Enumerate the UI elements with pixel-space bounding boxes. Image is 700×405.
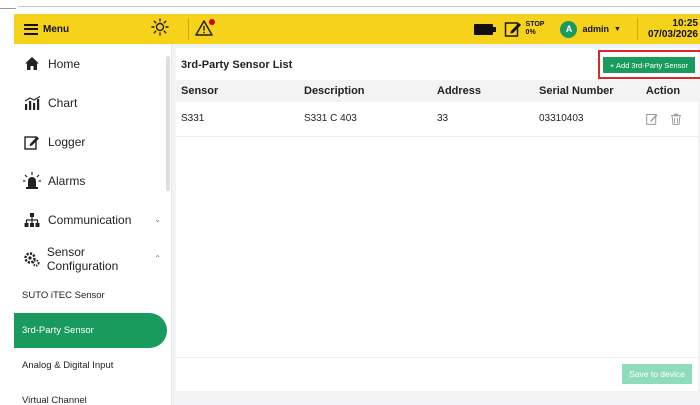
divider bbox=[188, 18, 189, 40]
sidebar-scrollbar[interactable] bbox=[166, 56, 170, 191]
warning-icon[interactable] bbox=[195, 19, 215, 39]
table-header-row: Sensor Description Address Serial Number… bbox=[176, 80, 698, 102]
save-to-device-button[interactable]: Save to device bbox=[622, 364, 692, 384]
sidebar-item-communication[interactable]: Communication ⌄ bbox=[14, 200, 171, 239]
sidebar-item-sensor-configuration[interactable]: Sensor Configuration ⌃ bbox=[14, 239, 171, 278]
chevron-down-icon: ⌄ bbox=[154, 215, 161, 224]
network-icon bbox=[22, 211, 42, 229]
user-name: admin bbox=[582, 24, 609, 34]
logger-icon bbox=[22, 133, 42, 151]
column-header-description: Description bbox=[304, 85, 365, 97]
page-title: 3rd-Party Sensor List bbox=[181, 59, 293, 71]
home-icon bbox=[22, 55, 42, 73]
divider bbox=[176, 357, 698, 358]
edit-icon[interactable] bbox=[646, 113, 658, 125]
table-row: S331 S331 C 403 33 03310403 bbox=[176, 102, 698, 136]
divider bbox=[636, 18, 638, 40]
chevron-up-icon: ⌃ bbox=[154, 254, 161, 263]
cell-description: S331 C 403 bbox=[304, 113, 357, 125]
main-content: 3rd-Party Sensor List + Add 3rd-Party Se… bbox=[172, 44, 700, 405]
avatar: A bbox=[560, 20, 578, 38]
alarm-icon bbox=[22, 172, 42, 190]
sidebar-subitem-suto-itec-sensor[interactable]: SUTO iTEC Sensor bbox=[14, 278, 171, 313]
cell-sensor: S331 bbox=[181, 113, 205, 125]
user-menu[interactable]: A admin ▼ bbox=[560, 20, 621, 38]
sun-icon[interactable] bbox=[150, 18, 170, 40]
sidebar-subitem-label: Analog & Digital Input bbox=[22, 360, 114, 371]
battery-icon bbox=[473, 23, 496, 35]
column-header-action: Action bbox=[645, 85, 681, 97]
stop-status: STOP 0% bbox=[526, 21, 545, 37]
clock: 10:25 07/03/2026 bbox=[648, 18, 700, 40]
sidebar-item-alarms[interactable]: Alarms bbox=[14, 161, 171, 200]
sidebar-subitem-3rd-party-sensor[interactable]: 3rd-Party Sensor bbox=[14, 313, 167, 348]
sensor-table: Sensor Description Address Serial Number… bbox=[176, 80, 698, 137]
sidebar-subitem-label: 3rd-Party Sensor bbox=[22, 325, 94, 336]
sensor-list-panel: 3rd-Party Sensor List + Add 3rd-Party Se… bbox=[176, 48, 700, 391]
menu-button[interactable]: Menu bbox=[14, 23, 134, 35]
stop-percent: 0% bbox=[525, 29, 536, 36]
edit-icon[interactable] bbox=[504, 20, 522, 38]
hamburger-icon bbox=[24, 23, 38, 35]
stop-label: STOP bbox=[525, 21, 545, 28]
column-header-address: Address bbox=[437, 85, 482, 97]
gear-icon bbox=[22, 250, 41, 268]
sidebar: Home Chart Logger Alarms Communication ⌄… bbox=[14, 44, 172, 405]
top-bar: Menu STOP 0% A admin ▼ 10:25 07/03/2026 bbox=[14, 14, 700, 44]
sidebar-subitem-label: Virtual Channel bbox=[22, 395, 87, 405]
sidebar-item-label: Sensor Configuration bbox=[46, 244, 119, 273]
sidebar-item-home[interactable]: Home bbox=[14, 44, 171, 83]
browser-frame-edge bbox=[0, 0, 700, 14]
sidebar-item-label: Home bbox=[48, 56, 81, 71]
chart-icon bbox=[22, 94, 42, 112]
sidebar-item-logger[interactable]: Logger bbox=[14, 122, 171, 161]
alert-dot bbox=[209, 19, 215, 25]
sidebar-item-label: Communication bbox=[48, 212, 132, 227]
sidebar-item-label: Logger bbox=[48, 134, 86, 149]
menu-label: Menu bbox=[43, 23, 70, 35]
sidebar-item-label: Chart bbox=[48, 95, 78, 110]
clock-date: 07/03/2026 bbox=[647, 29, 698, 40]
sidebar-item-label: Alarms bbox=[48, 173, 86, 188]
cell-address: 33 bbox=[437, 113, 449, 125]
cell-action bbox=[636, 102, 698, 136]
cell-serial-number: 03310403 bbox=[539, 113, 584, 125]
column-header-serial-number: Serial Number bbox=[539, 85, 614, 97]
add-3rd-party-sensor-button[interactable]: + Add 3rd-Party Sensor bbox=[603, 57, 695, 73]
chevron-down-icon: ▼ bbox=[614, 25, 621, 33]
column-header-sensor: Sensor bbox=[181, 85, 219, 97]
sidebar-item-chart[interactable]: Chart bbox=[14, 83, 171, 122]
clock-time: 10:25 bbox=[672, 18, 698, 29]
sidebar-subitem-label: SUTO iTEC Sensor bbox=[22, 290, 105, 301]
sidebar-subitem-virtual-channel[interactable]: Virtual Channel bbox=[14, 383, 171, 405]
trash-icon[interactable] bbox=[670, 113, 682, 125]
sidebar-subitem-analog-digital-input[interactable]: Analog & Digital Input bbox=[14, 348, 171, 383]
